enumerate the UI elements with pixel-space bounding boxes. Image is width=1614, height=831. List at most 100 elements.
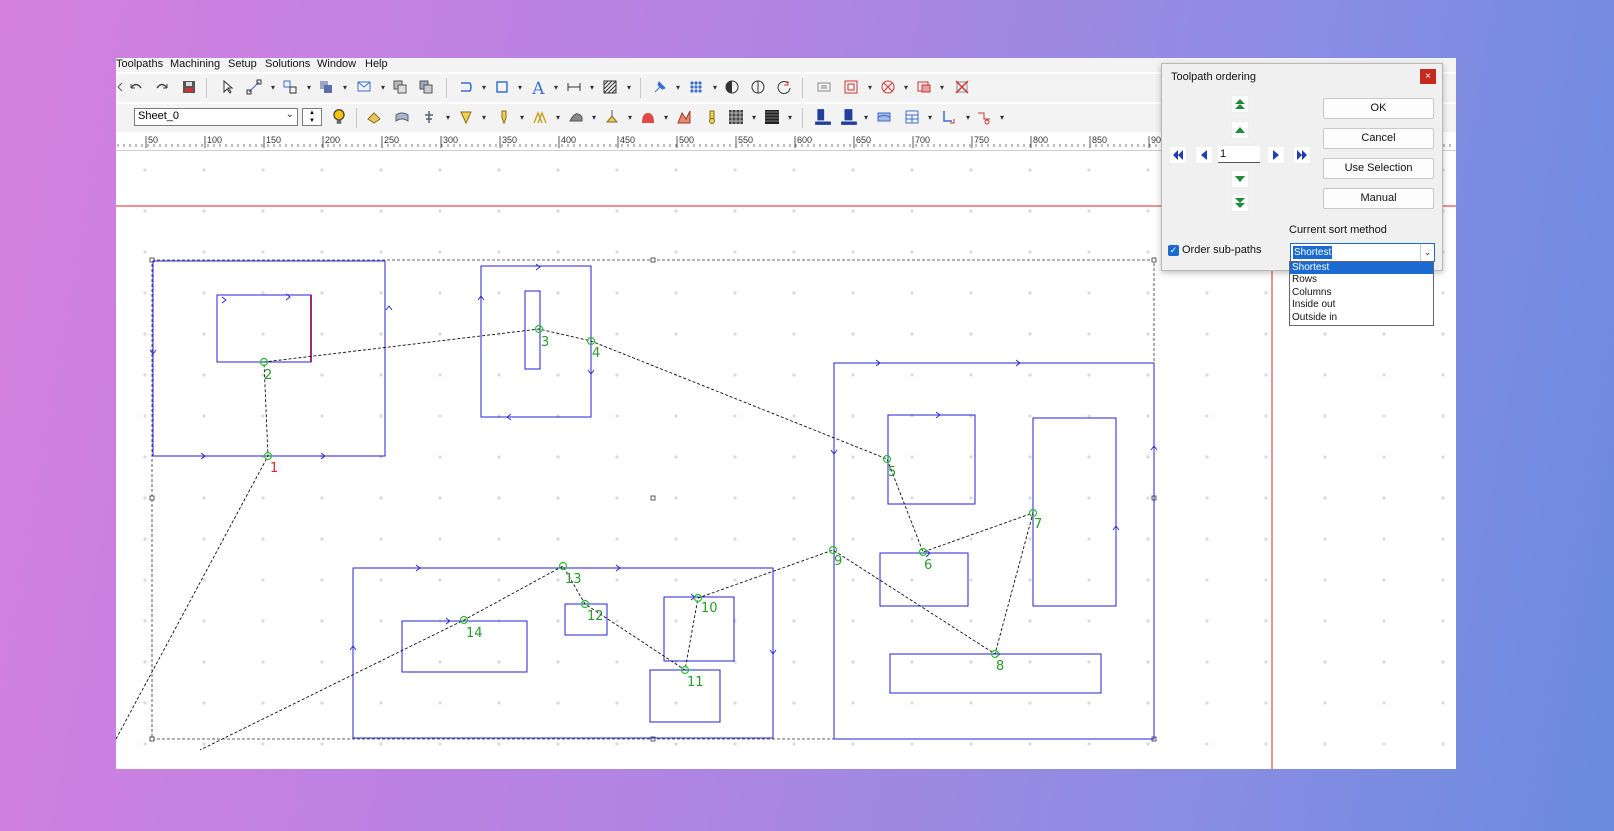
menu-help[interactable]: Help <box>365 58 388 70</box>
pin-icon[interactable] <box>652 79 668 95</box>
dimension-icon[interactable] <box>566 79 582 95</box>
sort-option-rows[interactable]: Rows <box>1290 274 1433 286</box>
select-arrow-icon[interactable] <box>220 79 236 95</box>
sort-option-columns[interactable]: Columns <box>1290 287 1433 299</box>
fluting-tool-icon[interactable] <box>604 109 620 125</box>
nesting-icon[interactable] <box>904 109 920 125</box>
order-label-13: 13 <box>565 572 582 587</box>
pocket-tool-icon[interactable] <box>394 109 410 125</box>
previous-item-button[interactable] <box>1195 146 1213 164</box>
boolean-icon[interactable] <box>318 79 334 95</box>
texture-tool-icon[interactable] <box>568 109 584 125</box>
array-icon[interactable] <box>688 79 704 95</box>
text-icon[interactable]: A <box>530 78 548 96</box>
node-edit-icon[interactable] <box>246 79 262 95</box>
cancel-button[interactable]: Cancel <box>1323 128 1434 149</box>
hatch-icon[interactable] <box>602 79 618 95</box>
sheet-icon[interactable] <box>876 109 892 125</box>
paste-icon[interactable] <box>418 79 434 95</box>
move-up-button[interactable] <box>1231 121 1249 139</box>
manual-button[interactable]: Manual <box>1323 188 1434 209</box>
move-last-button[interactable] <box>1231 194 1249 212</box>
toolpath-ordering-dialog: Toolpath ordering × 1 OK Cancel Use Sele… <box>1161 63 1443 271</box>
dither-icon[interactable] <box>728 109 744 125</box>
sort-option-inside-out[interactable]: Inside out <box>1290 299 1433 311</box>
chamfer-tool-icon[interactable] <box>532 109 548 125</box>
next-item-button[interactable] <box>1267 146 1285 164</box>
order-label-6: 6 <box>924 558 932 573</box>
move-first-button[interactable] <box>1231 95 1249 113</box>
sheet-spinner[interactable]: ▲ ▼ <box>302 108 322 126</box>
menu-solutions[interactable]: Solutions <box>265 58 310 70</box>
dialog-title: Toolpath ordering <box>1171 71 1257 83</box>
ruler-label: 400 <box>561 135 576 145</box>
profile-tool-icon[interactable] <box>366 109 382 125</box>
order-subpaths-checkbox[interactable]: ✓ <box>1168 245 1179 256</box>
flip-icon[interactable] <box>750 79 766 95</box>
sort-option-outside-in[interactable]: Outside in <box>1290 312 1433 324</box>
tabs-icon[interactable] <box>976 109 992 125</box>
lightbulb-icon[interactable] <box>330 108 348 126</box>
rectangle-icon[interactable] <box>494 79 510 95</box>
vcarve-tool-icon[interactable] <box>458 109 474 125</box>
moulding-tool-icon[interactable] <box>640 109 656 125</box>
ok-button[interactable]: OK <box>1323 98 1434 119</box>
raster-icon[interactable] <box>764 109 780 125</box>
engrave-tool-icon[interactable] <box>496 109 512 125</box>
ruler-label: 200 <box>325 135 340 145</box>
ruler-label: 650 <box>856 135 871 145</box>
order-label-12: 12 <box>587 609 604 624</box>
order-number-input[interactable]: 1 <box>1218 146 1260 163</box>
ruler-label: 750 <box>974 135 989 145</box>
order-label-1: 1 <box>270 461 278 476</box>
ruler-label: 50 <box>148 135 158 145</box>
layers-icon[interactable] <box>356 79 372 95</box>
sort-method-label: Current sort method <box>1289 224 1387 236</box>
order-label-3: 3 <box>541 335 549 350</box>
undo-icon[interactable] <box>128 79 144 95</box>
menu-toolpaths[interactable]: Toolpaths <box>116 58 163 70</box>
align-icon[interactable] <box>282 79 298 95</box>
delete-icon[interactable] <box>954 79 970 95</box>
ruler-label: 550 <box>738 135 753 145</box>
close-icon: × <box>1425 71 1431 82</box>
sheet-select[interactable]: Sheet_0 ⌄ <box>134 108 298 126</box>
output-icon[interactable] <box>840 108 858 126</box>
order-label-8: 8 <box>996 659 1004 674</box>
first-item-button[interactable] <box>1169 146 1187 164</box>
save-icon[interactable] <box>181 79 197 95</box>
menu-setup[interactable]: Setup <box>228 58 257 70</box>
use-selection-button[interactable]: Use Selection <box>1323 158 1434 179</box>
order-subpaths-label: Order sub-paths <box>1182 244 1262 256</box>
probe-tool-icon[interactable] <box>704 109 720 125</box>
weld-icon[interactable] <box>816 79 832 95</box>
move-down-button[interactable] <box>1231 170 1249 188</box>
mirror-icon[interactable] <box>724 79 740 95</box>
order-label-4: 4 <box>592 346 600 361</box>
order-icon[interactable] <box>940 109 956 125</box>
sheet-select-value: Sheet_0 <box>138 110 179 122</box>
sort-method-select[interactable]: Shortest ⌄ <box>1290 243 1435 262</box>
ruler-label: 150 <box>266 135 281 145</box>
close-button[interactable]: × <box>1420 69 1436 84</box>
ruler-label: 800 <box>1033 135 1048 145</box>
order-label-10: 10 <box>701 601 718 616</box>
chevron-down-icon: ⌄ <box>285 109 294 120</box>
redo-icon[interactable] <box>154 79 170 95</box>
postprocess-icon[interactable] <box>814 108 832 126</box>
chevron-down-icon[interactable]: ⌄ <box>1420 244 1434 261</box>
order-label-7: 7 <box>1034 517 1042 532</box>
3d-tool-icon[interactable] <box>676 109 692 125</box>
drill-tool-icon[interactable] <box>421 109 437 125</box>
sort-option-shortest[interactable]: Shortest <box>1290 262 1433 275</box>
combine-icon[interactable] <box>916 79 932 95</box>
rotate-icon[interactable] <box>776 79 792 95</box>
ruler-label: 600 <box>797 135 812 145</box>
loop-icon[interactable] <box>458 79 474 95</box>
menu-window[interactable]: Window <box>317 58 356 70</box>
menu-machining[interactable]: Machining <box>170 58 220 70</box>
copy-icon[interactable] <box>392 79 408 95</box>
trim-icon[interactable] <box>880 79 896 95</box>
offset-icon[interactable] <box>843 79 859 95</box>
last-item-button[interactable] <box>1293 146 1311 164</box>
